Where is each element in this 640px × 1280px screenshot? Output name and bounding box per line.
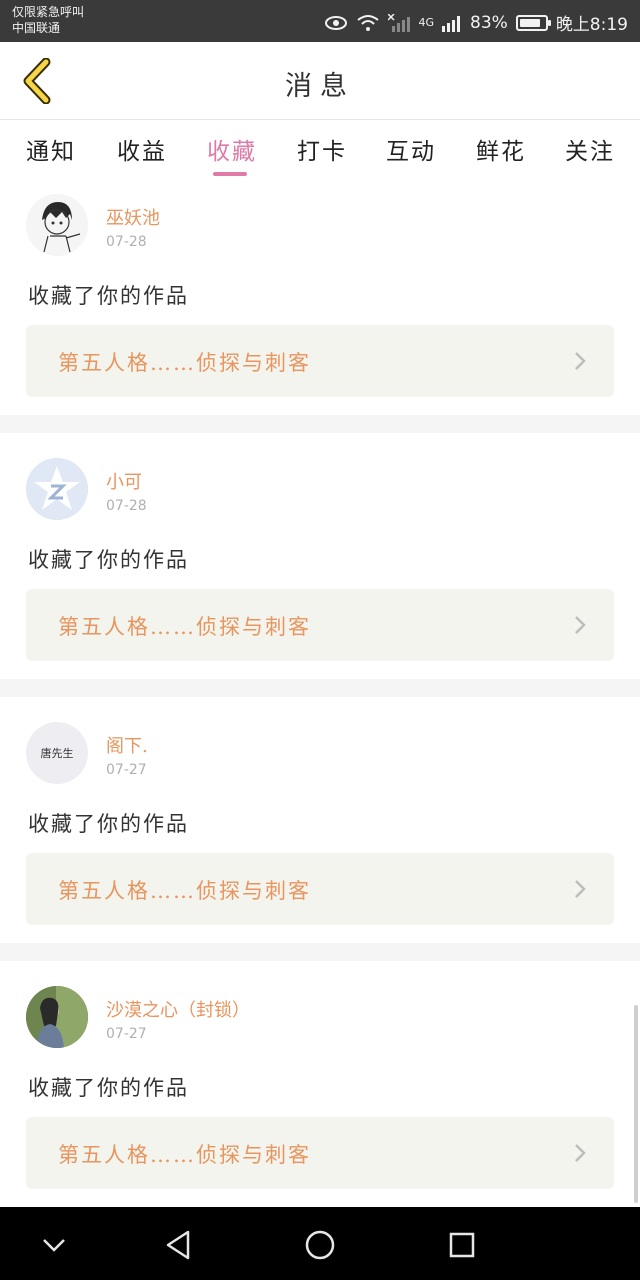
timestamp: 07-27 bbox=[106, 762, 147, 778]
list-item: 唐先生 阁下. 07-27 收藏了你的作品 第五人格……侦探与刺客 bbox=[0, 697, 640, 943]
work-title: 第五人格……侦探与刺客 bbox=[58, 1143, 311, 1167]
work-title: 第五人格……侦探与刺客 bbox=[58, 615, 311, 639]
carrier-name: 中国联通 bbox=[12, 21, 61, 35]
action-text: 收藏了你的作品 bbox=[28, 284, 189, 308]
active-tab-indicator bbox=[213, 172, 247, 176]
work-link[interactable]: 第五人格……侦探与刺客 bbox=[26, 589, 614, 661]
status-bar: 仅限紧急呼叫 中国联通 4G 83% 晚上8:19 bbox=[0, 0, 640, 42]
qzone-star-avatar-icon bbox=[26, 458, 88, 520]
action-text: 收藏了你的作品 bbox=[28, 548, 189, 572]
sketch-boy-avatar-icon bbox=[26, 194, 88, 256]
triangle-back-icon bbox=[166, 1230, 190, 1260]
username[interactable]: 阁下. bbox=[106, 732, 148, 758]
favorites-list[interactable]: 巫妖池 07-28 收藏了你的作品 第五人格……侦探与刺客 小可 07-28 收… bbox=[0, 182, 640, 1207]
list-item: 巫妖池 07-28 收藏了你的作品 第五人格……侦探与刺客 bbox=[0, 182, 640, 428]
avatar[interactable] bbox=[26, 458, 88, 520]
tab-bar: 通知 收益 收藏 打卡 互动 鲜花 关注 bbox=[0, 120, 640, 182]
work-title: 第五人格……侦探与刺客 bbox=[58, 879, 311, 903]
work-link[interactable]: 第五人格……侦探与刺客 bbox=[26, 325, 614, 397]
battery-icon bbox=[515, 14, 551, 31]
action-text: 收藏了你的作品 bbox=[28, 812, 189, 836]
work-title: 第五人格……侦探与刺客 bbox=[58, 351, 311, 375]
wifi-icon bbox=[356, 14, 380, 32]
home-nav-button[interactable] bbox=[300, 1225, 340, 1265]
header: 消息 bbox=[0, 42, 640, 120]
list-item: 小可 07-28 收藏了你的作品 第五人格……侦探与刺客 bbox=[0, 433, 640, 679]
avatar[interactable] bbox=[26, 194, 88, 256]
username[interactable]: 小可 bbox=[106, 468, 142, 494]
chevron-right-icon bbox=[575, 880, 586, 898]
username[interactable]: 沙漠之心（封锁） bbox=[106, 996, 250, 1022]
tab-favorites[interactable]: 收藏 bbox=[207, 132, 257, 166]
clock: 晚上8:19 bbox=[555, 15, 628, 35]
tab-flowers[interactable]: 鲜花 bbox=[476, 132, 526, 166]
avatar[interactable] bbox=[26, 986, 88, 1048]
battery-percent: 83% bbox=[470, 12, 508, 33]
work-link[interactable]: 第五人格……侦探与刺客 bbox=[26, 1117, 614, 1189]
eye-comfort-icon bbox=[324, 15, 348, 31]
back-nav-button[interactable] bbox=[158, 1225, 198, 1265]
recents-nav-button[interactable] bbox=[442, 1225, 482, 1265]
photo-avatar-icon bbox=[26, 986, 88, 1048]
tab-checkin[interactable]: 打卡 bbox=[297, 132, 347, 166]
signal-icon bbox=[442, 14, 462, 32]
tab-notifications[interactable]: 通知 bbox=[26, 132, 76, 166]
chevron-right-icon bbox=[575, 352, 586, 370]
chevron-right-icon bbox=[575, 616, 586, 634]
avatar-text: 唐先生 bbox=[40, 747, 74, 760]
tab-earnings[interactable]: 收益 bbox=[117, 132, 167, 166]
section-divider bbox=[0, 415, 640, 433]
scrollbar[interactable] bbox=[634, 1005, 638, 1203]
list-item: 沙漠之心（封锁） 07-27 收藏了你的作品 第五人格……侦探与刺客 bbox=[0, 961, 640, 1207]
carrier-info: 仅限紧急呼叫 中国联通 bbox=[12, 4, 84, 36]
section-divider bbox=[0, 943, 640, 961]
tab-follows[interactable]: 关注 bbox=[565, 132, 615, 166]
text-avatar-icon: 唐先生 bbox=[26, 722, 88, 784]
section-divider bbox=[0, 679, 640, 697]
action-text: 收藏了你的作品 bbox=[28, 1076, 189, 1100]
hide-nav-button[interactable] bbox=[34, 1225, 74, 1265]
username[interactable]: 巫妖池 bbox=[106, 204, 160, 230]
timestamp: 07-27 bbox=[106, 1026, 147, 1042]
work-link[interactable]: 第五人格……侦探与刺客 bbox=[26, 853, 614, 925]
network-type: 4G bbox=[418, 16, 435, 29]
timestamp: 07-28 bbox=[106, 498, 147, 514]
avatar[interactable]: 唐先生 bbox=[26, 722, 88, 784]
tab-interactions[interactable]: 互动 bbox=[386, 132, 436, 166]
timestamp: 07-28 bbox=[106, 234, 147, 250]
status-icons: 4G 83% 晚上8:19 bbox=[324, 10, 628, 35]
square-recents-icon bbox=[449, 1232, 475, 1258]
page-title: 消息 bbox=[285, 71, 355, 102]
no-sim-signal-icon bbox=[388, 13, 411, 32]
system-nav-bar bbox=[0, 1207, 640, 1280]
chevron-down-icon bbox=[43, 1239, 65, 1252]
emergency-only-text: 仅限紧急呼叫 bbox=[12, 5, 85, 19]
chevron-right-icon bbox=[575, 1144, 586, 1162]
circle-home-icon bbox=[305, 1230, 335, 1260]
